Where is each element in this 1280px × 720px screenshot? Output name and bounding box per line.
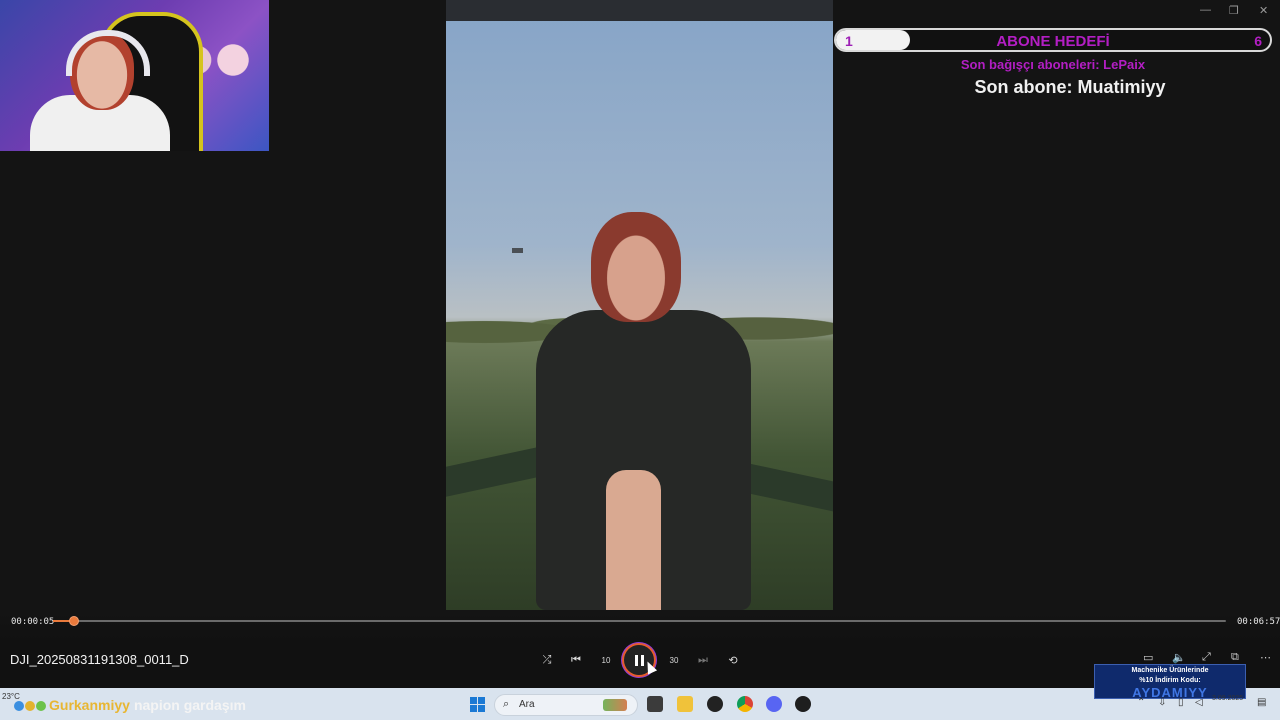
badge-icon (36, 701, 46, 711)
tray-chevron-icon[interactable]: ⌃ (1137, 697, 1145, 708)
goal-title: ABONE HEDEFİ (996, 33, 1110, 50)
goal-target: 6 (1254, 33, 1262, 49)
taskbar-clock[interactable]: 3.09.2025 (1212, 694, 1243, 704)
lamp-head (512, 248, 523, 253)
media-player-icon[interactable] (795, 696, 811, 712)
previous-icon[interactable]: ⏮ (566, 651, 586, 669)
rewind-10-icon[interactable]: 10 (596, 651, 616, 669)
last-donor-subscriber: Son bağışçı aboneleri: LePaix (960, 57, 1146, 72)
last-subscriber: Son abone: Muatimiyy (974, 77, 1166, 97)
chrome-icon[interactable] (737, 696, 753, 712)
date-text: 3.09.2025 (1212, 695, 1244, 702)
rewind-label: 10 (601, 655, 611, 665)
badge-icon (14, 701, 24, 711)
taskbar-search[interactable]: ⌕ Ara (494, 694, 638, 716)
repeat-off-icon[interactable]: ⟲ (723, 651, 743, 669)
start-button[interactable] (470, 697, 485, 712)
close-icon[interactable]: ✕ (1259, 4, 1268, 17)
pause-icon (634, 654, 638, 666)
file-explorer-icon[interactable] (677, 696, 693, 712)
discord-icon[interactable] (766, 696, 782, 712)
cast-icon[interactable]: ⧉ (1231, 651, 1239, 664)
fullscreen-icon[interactable]: ⤢ (1202, 651, 1211, 664)
volume-icon[interactable]: 🔈 (1172, 651, 1186, 664)
search-highlight-art (603, 699, 627, 711)
subscriber-goal-bar: 1 ABONE HEDEFİ 6 (834, 28, 1272, 52)
chat-badges (14, 697, 47, 713)
next-icon[interactable]: ⏭ (693, 651, 713, 669)
chat-message: Gurkanmiyy napion gardaşım (14, 697, 246, 713)
restore-icon[interactable]: ❐ (1229, 4, 1239, 17)
battery-icon[interactable]: ▯ (1178, 697, 1184, 708)
seek-bar[interactable] (53, 616, 1226, 626)
notification-icon[interactable]: ▤ (1257, 697, 1266, 708)
task-view-icon[interactable] (647, 696, 663, 712)
video-topbar (446, 0, 833, 21)
person-head (591, 212, 681, 322)
video-frame[interactable] (446, 0, 833, 610)
chat-username: Gurkanmiyy (49, 697, 130, 713)
search-placeholder: Ara (519, 699, 535, 710)
more-options-icon[interactable]: ⋯ (1260, 651, 1271, 664)
forward-30-icon[interactable]: 30 (664, 651, 684, 669)
webcam-feed (0, 0, 269, 151)
person-leg (606, 470, 661, 610)
miniplayer-icon[interactable]: ▭ (1143, 651, 1153, 664)
promo-line2: %10 İndirim Kodu: (1139, 677, 1201, 684)
minimize-icon[interactable]: — (1200, 4, 1211, 16)
badge-icon (25, 701, 35, 711)
time-total: 00:06:57 (1237, 617, 1280, 627)
time-current: 00:00:05 (11, 617, 55, 627)
obs-icon[interactable] (707, 696, 723, 712)
network-icon[interactable]: ⇩ (1158, 697, 1166, 708)
chat-text: napion gardaşım (133, 697, 246, 713)
promo-line1: Machenike Ürünlerinde (1131, 667, 1209, 674)
search-icon: ⌕ (503, 698, 510, 710)
forward-label: 30 (669, 655, 679, 665)
speaker-icon[interactable]: ◁ (1195, 697, 1203, 708)
file-name: DJI_20250831191308_0011_D (10, 652, 189, 667)
shuffle-icon[interactable]: ⤮ (537, 651, 557, 669)
